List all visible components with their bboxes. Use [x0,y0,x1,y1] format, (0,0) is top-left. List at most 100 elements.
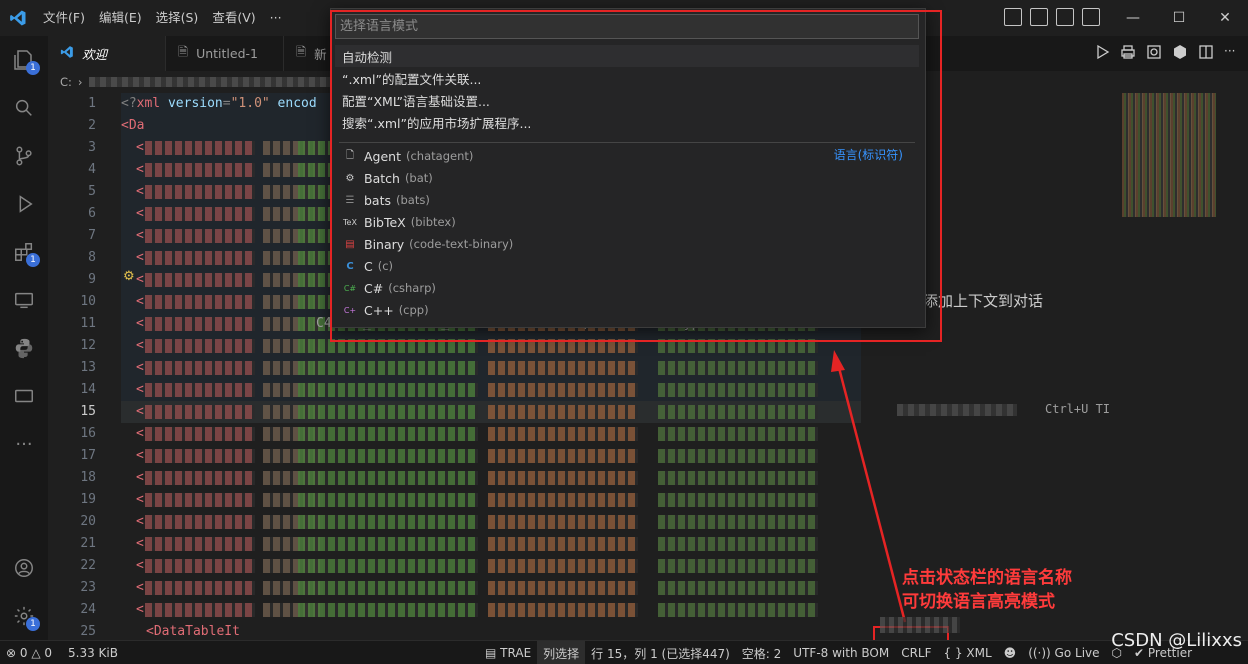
run-icon[interactable] [1094,44,1110,60]
close-icon[interactable]: ✕ [1202,0,1248,36]
extension-action-icon[interactable] [1172,44,1188,60]
extensions-icon[interactable]: 1 [0,228,48,276]
cursor-position[interactable]: 行 15，列 1 (已选择447) [585,641,736,664]
menu-more[interactable]: ··· [263,0,289,36]
code-text: < [136,338,144,353]
redacted-code [298,383,478,397]
remote-window-icon[interactable] [0,372,48,420]
redacted-code [298,493,478,507]
end-of-line[interactable]: CRLF [895,641,937,664]
trae-item[interactable]: ▤ TRAE [479,641,537,664]
minimap[interactable] [1122,93,1216,217]
manage-gear-icon[interactable]: 1 [0,592,48,640]
line-number: 24 [80,602,96,617]
annotation-line-2: 可切换语言高亮模式 [902,592,1055,612]
shortcut-text: Ctrl+U TI [1045,402,1111,416]
redacted-code [145,449,255,463]
column-selection-item[interactable]: 列选择 [537,641,586,664]
preview-icon[interactable] [1146,44,1162,60]
line-number: 17 [80,448,96,463]
redacted-code [145,339,255,353]
python-icon[interactable] [0,324,48,372]
code-text: < [136,470,144,485]
code-line: 15 < [48,401,848,423]
code-line: 20 < [48,511,848,533]
more-icon[interactable]: ··· [0,420,48,468]
remote-explorer-icon[interactable] [0,276,48,324]
code-text: < [136,536,144,551]
file-icon: 🗎 [296,44,307,59]
search-icon[interactable] [0,84,48,132]
menu-bar: 文件(F) 编辑(E) 选择(S) 查看(V) ··· [36,0,289,36]
code-text: < [136,360,144,375]
code-text: < [136,448,144,463]
redacted-code [658,559,818,573]
redacted-code [488,537,638,551]
code-text: < [136,602,144,617]
code-text: < [136,184,144,199]
menu-edit[interactable]: 编辑(E) [92,0,149,36]
code-text: < [136,558,144,573]
line-number: 20 [80,514,96,529]
language-mode[interactable]: { } XML [938,641,998,664]
redacted-code [658,515,818,529]
source-control-icon[interactable] [0,132,48,180]
status-bar: ⊗ 0 △ 0 5.33 KiB ▤ TRAE 列选择 行 15，列 1 (已选… [0,640,1248,664]
redacted-code [145,273,255,287]
activity-bar: 1 1 ··· 1 [0,36,48,640]
copilot-icon[interactable]: ☻ [998,641,1023,664]
redacted-code [145,141,255,155]
tab-untitled[interactable]: 🗎 Untitled-1 [166,36,284,71]
code-line: 17 < [48,445,848,467]
redacted-code [488,383,638,397]
more-actions-icon[interactable]: ··· [1224,44,1240,60]
broadcast-icon: ((·)) [1028,646,1055,660]
run-debug-icon[interactable] [0,180,48,228]
code-text: < [136,228,144,243]
encoding[interactable]: UTF-8 with BOM [787,641,895,664]
annotation-line-1: 点击状态栏的语言名称 [902,568,1072,588]
tab-welcome[interactable]: 欢迎 [48,36,166,71]
redacted-code [658,603,818,617]
line-number: 3 [88,140,96,155]
menu-view[interactable]: 查看(V) [205,0,262,36]
minimize-icon[interactable]: — [1110,0,1156,36]
vscode-logo-icon [0,0,36,36]
warning-icon: △ [27,645,45,660]
code-line: 16 < [48,423,848,445]
customize-layout-icon[interactable] [1004,8,1022,26]
print-icon[interactable] [1120,44,1136,60]
code-line: 21 < [48,533,848,555]
redacted-code [145,581,255,595]
maximize-icon[interactable]: ☐ [1156,0,1202,36]
problems-indicator[interactable]: ⊗ 0 △ 0 [0,641,58,664]
menu-file[interactable]: 文件(F) [36,0,92,36]
line-number: 12 [80,338,96,353]
redacted-code [298,471,478,485]
breadcrumb-drive[interactable]: C: [60,75,72,89]
redacted-code [145,515,255,529]
split-editor-icon[interactable] [1198,44,1214,60]
redacted-code [298,581,478,595]
line-number: 7 [88,228,96,243]
redacted-code [488,581,638,595]
lightbulb-icon[interactable]: ⚙ [123,269,135,284]
redacted-code [145,295,255,309]
toggle-sidebar-icon[interactable] [1030,8,1048,26]
explorer-icon[interactable]: 1 [0,36,48,84]
indentation[interactable]: 空格: 2 [736,641,788,664]
tab-label: Untitled-1 [196,46,258,61]
code-text: < [136,140,144,155]
code-text: < [136,514,144,529]
redacted-code [658,471,818,485]
toggle-panel-icon[interactable] [1056,8,1074,26]
redacted-code [298,537,478,551]
redacted-code [298,603,478,617]
go-live-item[interactable]: ((·)) Go Live [1022,641,1105,664]
redacted-code [145,405,255,419]
redacted-code [145,185,255,199]
toggle-secondary-sidebar-icon[interactable] [1082,8,1100,26]
menu-selection[interactable]: 选择(S) [149,0,206,36]
code-text: < [136,492,144,507]
account-icon[interactable] [0,544,48,592]
